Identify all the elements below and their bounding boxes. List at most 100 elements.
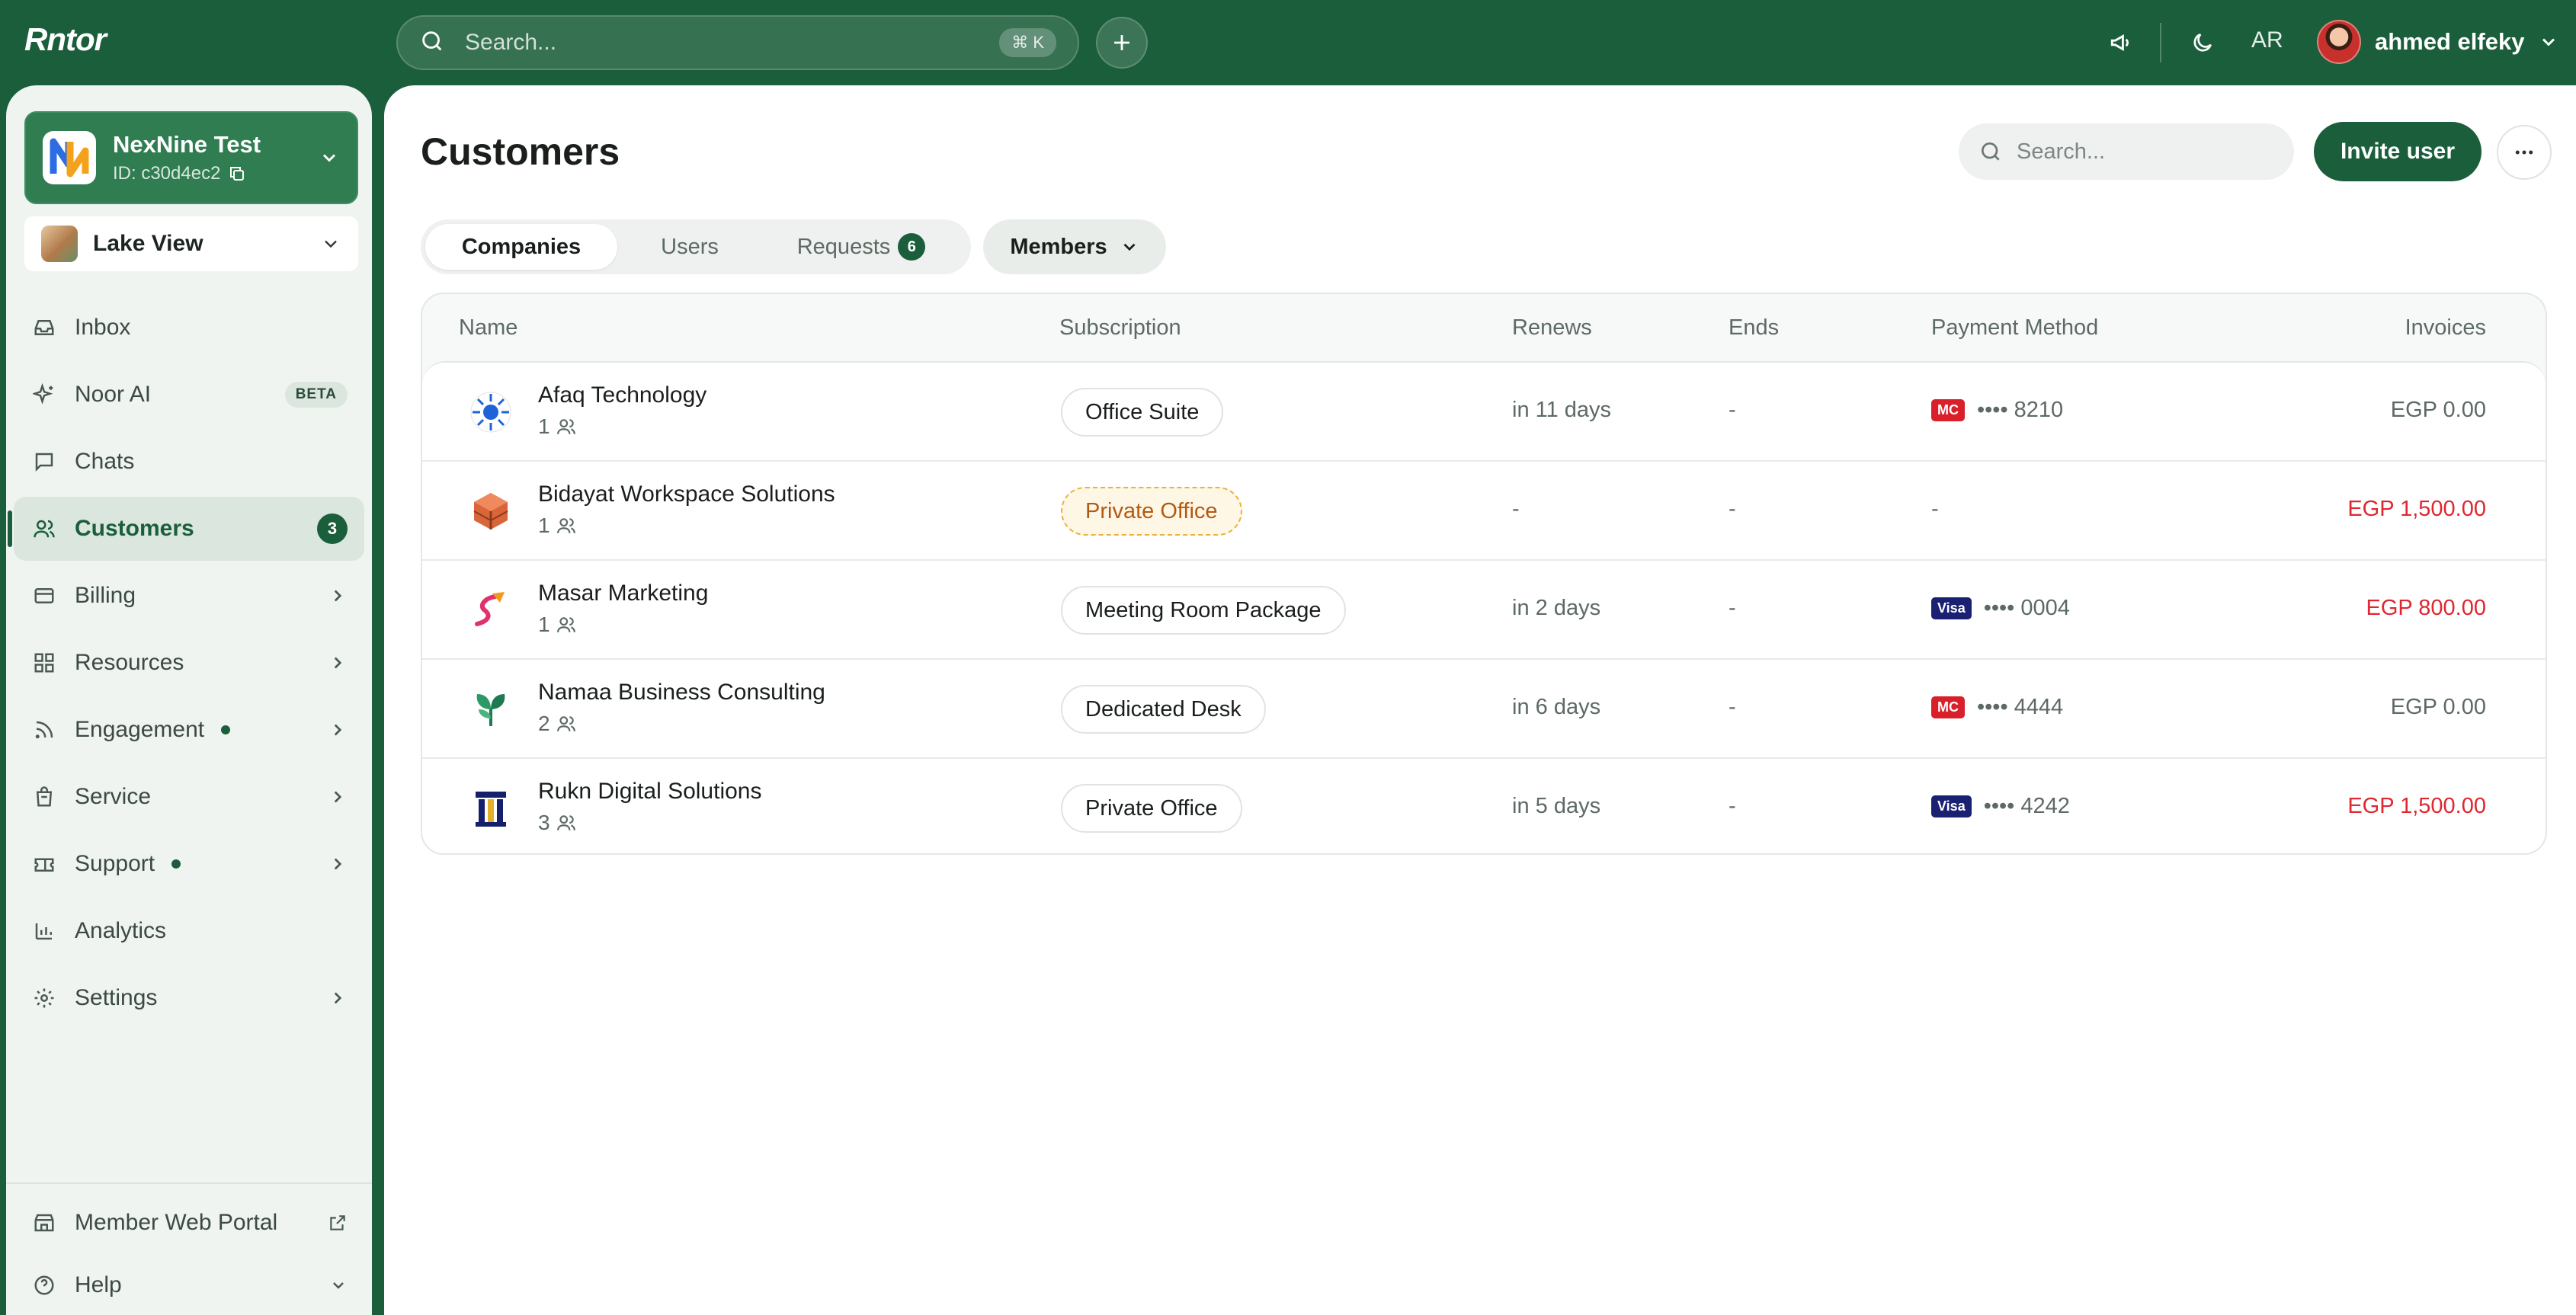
workspace-switcher[interactable]: NexNine Test ID: c30d4ec2 [24,111,358,204]
workspace-logo [43,131,96,184]
visa-icon: Visa [1931,597,1972,619]
payment-method: Visa •••• 0004 [1931,596,2070,621]
renews-value: in 11 days [1512,398,1612,422]
sidebar-item-label: Analytics [75,918,167,943]
filter-label: Members [1010,234,1107,259]
gear-icon [30,984,58,1012]
renews-value: in 2 days [1512,596,1601,620]
member-count-value: 1 [538,414,550,438]
column-header-ends[interactable]: Ends [1729,315,1779,341]
member-count: 3 [538,811,576,835]
sidebar-footer: Member Web Portal Help [6,1182,372,1315]
sidebar-item-engagement[interactable]: Engagement [14,698,364,762]
invite-user-button[interactable]: Invite user [2314,122,2481,181]
avatar [2317,20,2361,64]
company-name[interactable]: Bidayat Workspace Solutions [538,482,835,507]
quick-add-button[interactable] [1096,17,1148,69]
search-icon [1982,142,2000,161]
company-logo [468,488,514,534]
app-logo[interactable]: Rntor [24,21,107,58]
payment-method: MC •••• 4444 [1931,695,2063,720]
chevron-down-icon [2542,38,2555,46]
mastercard-icon: MC [1931,399,1965,421]
company-logo [468,587,514,633]
chat-icon [30,448,58,475]
sidebar-item-chats[interactable]: Chats [14,430,364,494]
table-row[interactable]: Masar Marketing 1 Meeting Room Package i… [422,561,2546,660]
location-selector[interactable]: Lake View [24,216,358,271]
sidebar-item-help[interactable]: Help [14,1256,364,1315]
subscription-badge[interactable]: Private Office [1061,784,1242,833]
sidebar-item-label: Noor AI [75,382,152,407]
chevron-right-icon [334,858,342,870]
more-options-button[interactable] [2497,125,2552,180]
announcements-button[interactable] [2107,27,2137,58]
sidebar-item-support[interactable]: Support [14,832,364,896]
company-name[interactable]: Afaq Technology [538,382,706,408]
table-row[interactable]: Afaq Technology 1 Office Suite in 11 day… [422,363,2546,462]
sidebar-item-inbox[interactable]: Inbox [14,296,364,360]
members-filter-dropdown[interactable]: Members [983,219,1166,274]
sidebar-item-member-web-portal[interactable]: Member Web Portal [14,1193,364,1253]
column-header-renews[interactable]: Renews [1512,315,1592,341]
company-logo [468,389,514,435]
plus-icon [1114,35,1129,50]
tab-requests[interactable]: Requests 6 [762,224,960,270]
table-row[interactable]: Rukn Digital Solutions 3 Private Office … [422,759,2546,853]
member-count: 1 [538,514,576,538]
member-count-value: 3 [538,811,550,834]
table-row[interactable]: Namaa Business Consulting 2 Dedicated De… [422,660,2546,759]
chevron-right-icon [334,657,342,669]
customers-search-input[interactable]: Search... [1959,123,2294,180]
sidebar-item-customers[interactable]: Customers 3 [8,497,364,561]
customers-tabs: Companies Users Requests 6 [421,219,971,274]
company-name[interactable]: Masar Marketing [538,581,708,606]
sidebar: NexNine Test ID: c30d4ec2 Lake View Inbo… [6,85,372,1315]
column-header-invoices[interactable]: Invoices [2405,315,2486,341]
subscription-badge[interactable]: Meeting Room Package [1061,586,1346,635]
company-name[interactable]: Rukn Digital Solutions [538,779,761,805]
users-icon [556,419,575,434]
sidebar-item-settings[interactable]: Settings [14,966,364,1030]
column-header-subscription[interactable]: Subscription [1059,315,1181,341]
card-last4: - [1931,497,1939,521]
column-header-name[interactable]: Name [459,315,517,341]
ends-value: - [1729,794,1736,818]
workspace-name: NexNine Test [113,131,261,158]
moon-icon [2193,34,2212,52]
column-header-payment-method[interactable]: Payment Method [1931,315,2098,341]
sidebar-item-label: Help [75,1272,122,1297]
main-content: Customers Search... Invite user Companie… [384,85,2576,1315]
card-last4: •••• 8210 [1977,398,2064,422]
language-switch[interactable]: AR [2251,27,2283,53]
sidebar-item-label: Resources [75,650,184,675]
sidebar-item-noor-ai[interactable]: Noor AI BETA [14,363,364,427]
store-icon [30,1209,58,1237]
global-search-input[interactable]: Search... ⌘ K [396,15,1079,70]
sidebar-item-analytics[interactable]: Analytics [14,899,364,963]
card-last4: •••• 4242 [1983,794,2070,818]
theme-toggle-button[interactable] [2187,27,2218,58]
search-shortcut: ⌘ K [999,28,1056,57]
user-menu[interactable]: ahmed elfeky [2317,20,2559,64]
member-count: 1 [538,613,576,637]
sidebar-item-service[interactable]: Service [14,765,364,829]
table-row[interactable]: Bidayat Workspace Solutions 1 Private Of… [422,462,2546,561]
company-name[interactable]: Namaa Business Consulting [538,680,825,705]
subscription-badge[interactable]: Office Suite [1061,388,1224,437]
copy-icon[interactable] [228,165,246,183]
tab-companies[interactable]: Companies [425,224,617,270]
member-count: 2 [538,712,576,736]
tab-users[interactable]: Users [617,224,762,270]
invoice-amount: EGP 0.00 [2390,398,2486,422]
users-icon [556,617,575,632]
customers-count-badge: 3 [317,514,348,544]
card-last4: •••• 4444 [1977,695,2064,719]
invoice-amount: EGP 1,500.00 [2347,794,2486,818]
sidebar-item-billing[interactable]: Billing [14,564,364,628]
sidebar-item-resources[interactable]: Resources [14,631,364,695]
tab-label: Companies [461,234,582,259]
subscription-badge-pending[interactable]: Private Office [1061,487,1242,536]
table-header: Name Subscription Renews Ends Payment Me… [422,294,2546,361]
subscription-badge[interactable]: Dedicated Desk [1061,685,1266,734]
